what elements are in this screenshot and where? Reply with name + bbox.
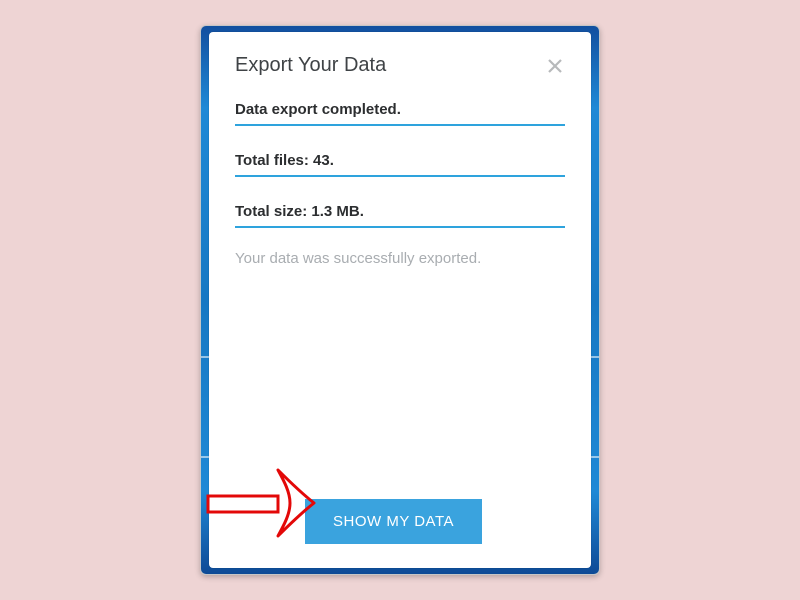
close-button[interactable] [545, 56, 565, 76]
dialog-header: Export Your Data [235, 54, 565, 77]
app-window-frame: Export Your Data Data export completed. … [200, 25, 600, 575]
spacer [235, 267, 565, 499]
total-size-line: Total size: 1.3 MB. [235, 203, 565, 228]
page-stage: Export Your Data Data export completed. … [0, 0, 800, 600]
show-my-data-button[interactable]: SHOW MY DATA [305, 499, 482, 544]
total-files-line: Total files: 43. [235, 152, 565, 177]
close-icon [548, 59, 562, 73]
export-dialog: Export Your Data Data export completed. … [209, 32, 591, 568]
dialog-title: Export Your Data [235, 54, 386, 77]
success-message: Your data was successfully exported. [235, 250, 565, 267]
export-status-line: Data export completed. [235, 101, 565, 126]
